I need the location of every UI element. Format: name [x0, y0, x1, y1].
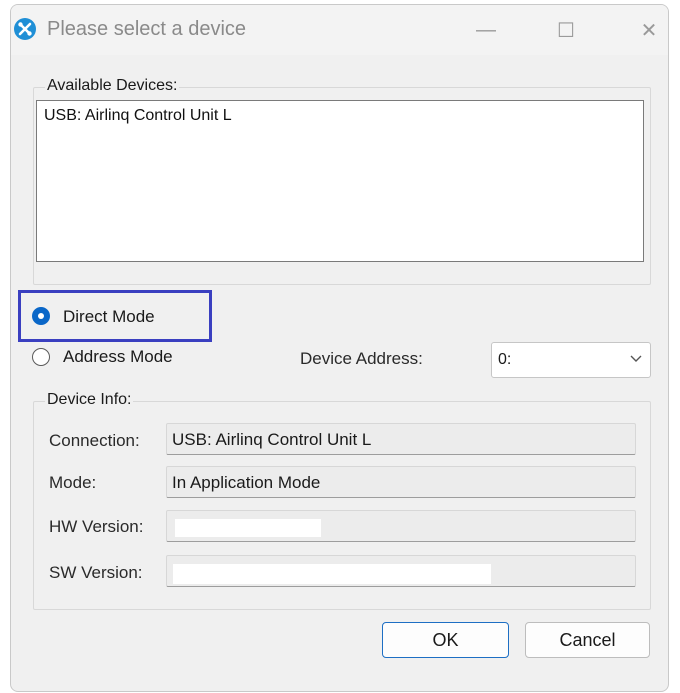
- hw-version-field: [166, 510, 636, 542]
- mode-label: Mode:: [49, 473, 97, 492]
- maximize-button[interactable]: ☐: [543, 11, 589, 49]
- device-select-dialog: Please select a device — ☐ ✕ Available D…: [10, 4, 669, 692]
- list-item[interactable]: USB: Airlinq Control Unit L: [44, 107, 232, 125]
- redacted-area: [175, 519, 321, 537]
- chevron-down-icon: [630, 355, 642, 362]
- device-address-label: Device Address:: [300, 349, 423, 368]
- connection-label: Connection:: [49, 431, 140, 450]
- mode-field: In Application Mode: [166, 466, 636, 498]
- hw-version-label: HW Version:: [49, 517, 144, 536]
- close-icon: ✕: [640, 19, 658, 42]
- cancel-button[interactable]: Cancel: [525, 622, 650, 658]
- close-button[interactable]: ✕: [626, 11, 668, 49]
- minimize-button[interactable]: —: [463, 11, 509, 49]
- minimize-icon: —: [476, 18, 496, 41]
- redacted-area: [173, 564, 491, 584]
- direct-mode-radio[interactable]: [32, 307, 50, 325]
- address-mode-radio[interactable]: [32, 348, 50, 366]
- device-info-label: Device Info:: [45, 391, 134, 409]
- device-address-select[interactable]: 0:: [491, 342, 651, 378]
- connection-value: USB: Airlinq Control Unit L: [172, 430, 372, 449]
- direct-mode-label[interactable]: Direct Mode: [63, 307, 155, 327]
- sw-version-field: [166, 555, 636, 587]
- title-bar[interactable]: Please select a device — ☐ ✕: [11, 5, 668, 55]
- mode-value: In Application Mode: [172, 473, 321, 492]
- tools-icon: [14, 18, 36, 40]
- ok-button[interactable]: OK: [382, 622, 509, 658]
- maximize-icon: ☐: [557, 19, 575, 42]
- available-devices-list[interactable]: USB: Airlinq Control Unit L: [36, 100, 644, 262]
- address-mode-label[interactable]: Address Mode: [63, 347, 173, 367]
- sw-version-label: SW Version:: [49, 563, 143, 582]
- connection-field: USB: Airlinq Control Unit L: [166, 423, 636, 455]
- available-devices-label: Available Devices:: [45, 77, 180, 95]
- window-title: Please select a device: [47, 18, 247, 40]
- device-address-value: 0:: [498, 351, 512, 368]
